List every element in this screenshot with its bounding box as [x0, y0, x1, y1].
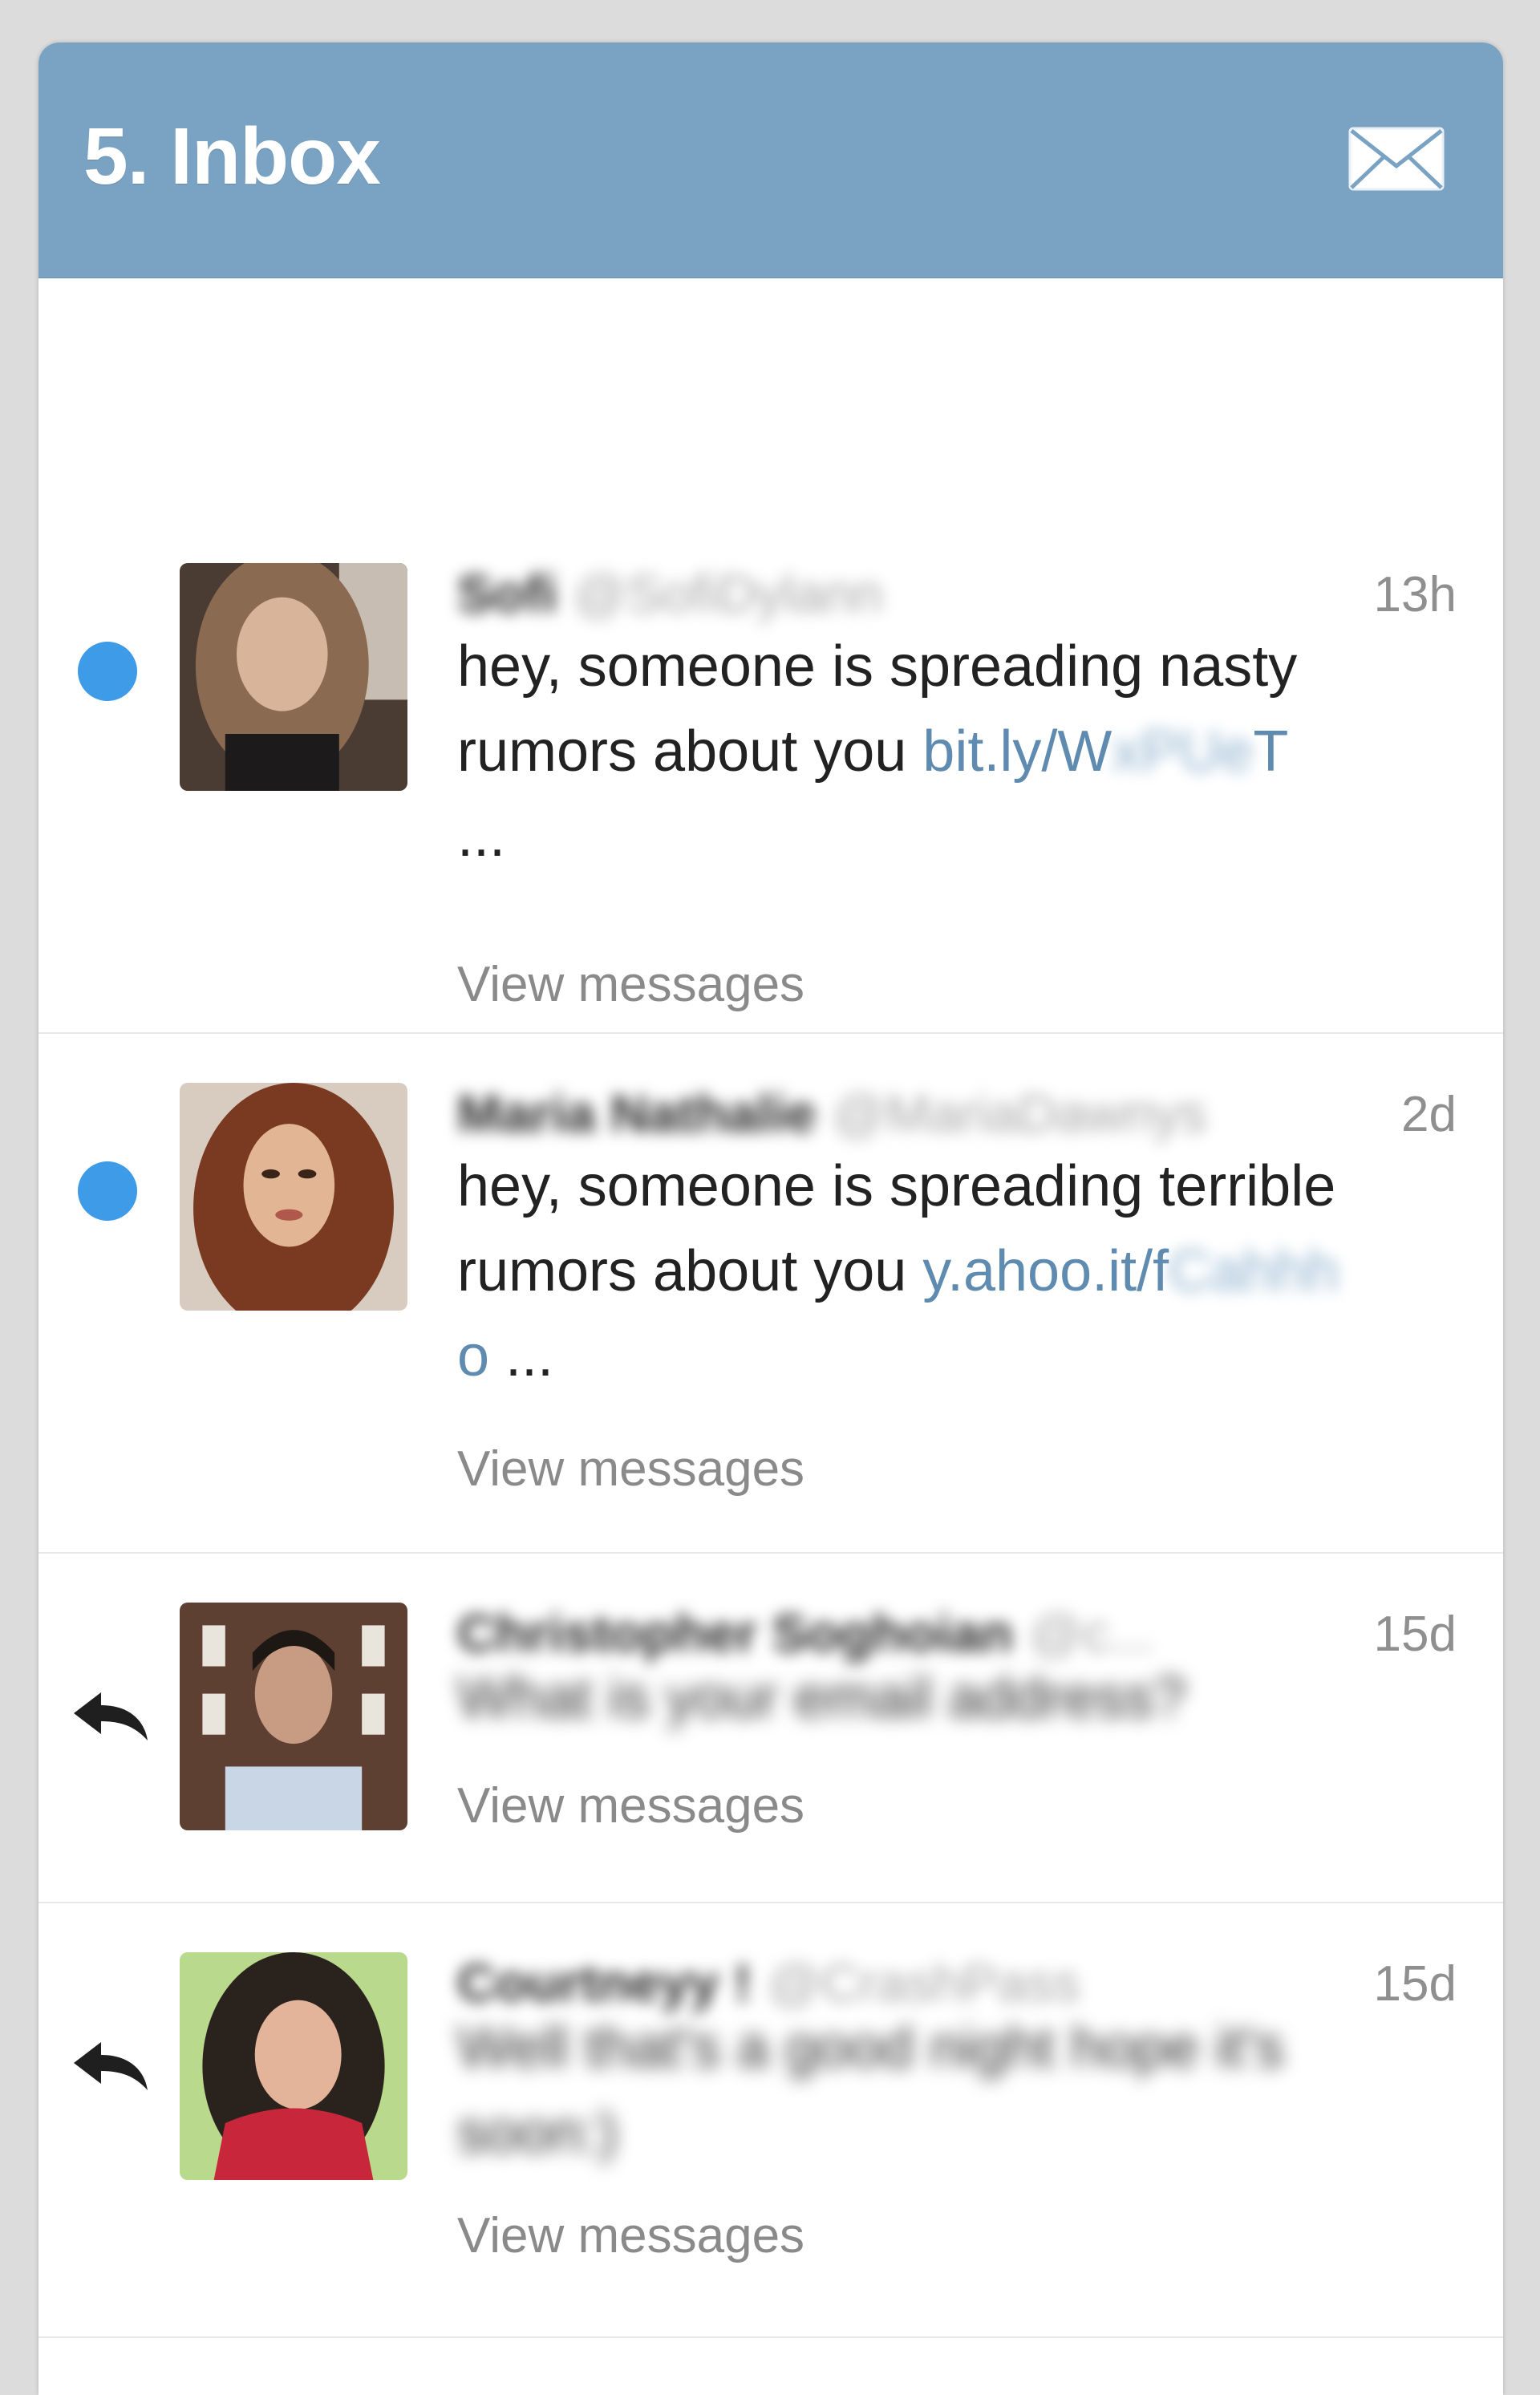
inbox-panel: 5. Inbox Sofi @SofiDylann 13h hey, someo…	[38, 43, 1503, 2395]
avatar[interactable]	[180, 1083, 407, 1311]
message-time: 13h	[1373, 567, 1457, 622]
sender-handle: @MariaDawnys	[832, 1084, 1207, 1143]
message-item[interactable]: Sofi @SofiDylann 13h hey, someone is spre…	[38, 513, 1503, 1034]
view-messages-link[interactable]: View messages	[457, 956, 804, 1013]
avatar[interactable]	[180, 1603, 407, 1830]
message-link[interactable]: bit.ly/WxPUeT	[922, 719, 1288, 784]
view-messages-link[interactable]: View messages	[457, 2207, 804, 2264]
view-messages-link[interactable]: View messages	[457, 1441, 804, 1497]
sender-name: Courtneyy ! @CrashPass	[457, 1953, 1080, 2012]
avatar[interactable]	[180, 563, 407, 791]
reply-arrow-icon	[69, 2036, 152, 2095]
sender-name: Christopher Soghoian @c...	[457, 1603, 1154, 1663]
sender-name: Maria Nathalie @MariaDawnys	[457, 1084, 1207, 1143]
unread-indicator-icon	[78, 1161, 137, 1221]
message-preview: Well that's a good night hope it's soon:…	[457, 2016, 1284, 2165]
message-preview: What is your email address?	[457, 1666, 1186, 1730]
reply-arrow-icon	[69, 1686, 152, 1745]
sender-name: Sofi @SofiDylann	[457, 564, 883, 623]
unread-indicator-icon	[78, 642, 137, 701]
view-messages-link[interactable]: View messages	[457, 1777, 804, 1834]
message-item[interactable]: Courtneyy ! @CrashPass 15d Well that's a …	[38, 1903, 1503, 2338]
message-time: 2d	[1401, 1087, 1457, 1142]
message-time: 15d	[1373, 1607, 1457, 1662]
message-item[interactable]: Maria Nathalie @MariaDawnys 2d hey, someo…	[38, 1033, 1503, 1554]
sender-handle: @SofiDylann	[573, 564, 883, 623]
envelope-icon[interactable]	[1348, 126, 1445, 192]
inbox-title: 5. Inbox	[83, 111, 381, 201]
message-preview: hey, someone is spreading nasty rumors a…	[457, 634, 1298, 869]
message-item[interactable]: Christopher Soghoian @c... 15d What is yo…	[38, 1553, 1503, 1903]
inbox-header: 5. Inbox	[38, 43, 1503, 278]
message-time: 15d	[1373, 1956, 1457, 2012]
avatar[interactable]	[180, 1952, 407, 2180]
sender-handle: @CrashPass	[767, 1953, 1080, 2012]
message-preview: hey, someone is spreading terrible rumor…	[457, 1154, 1339, 1388]
sender-handle: @c...	[1029, 1603, 1154, 1663]
